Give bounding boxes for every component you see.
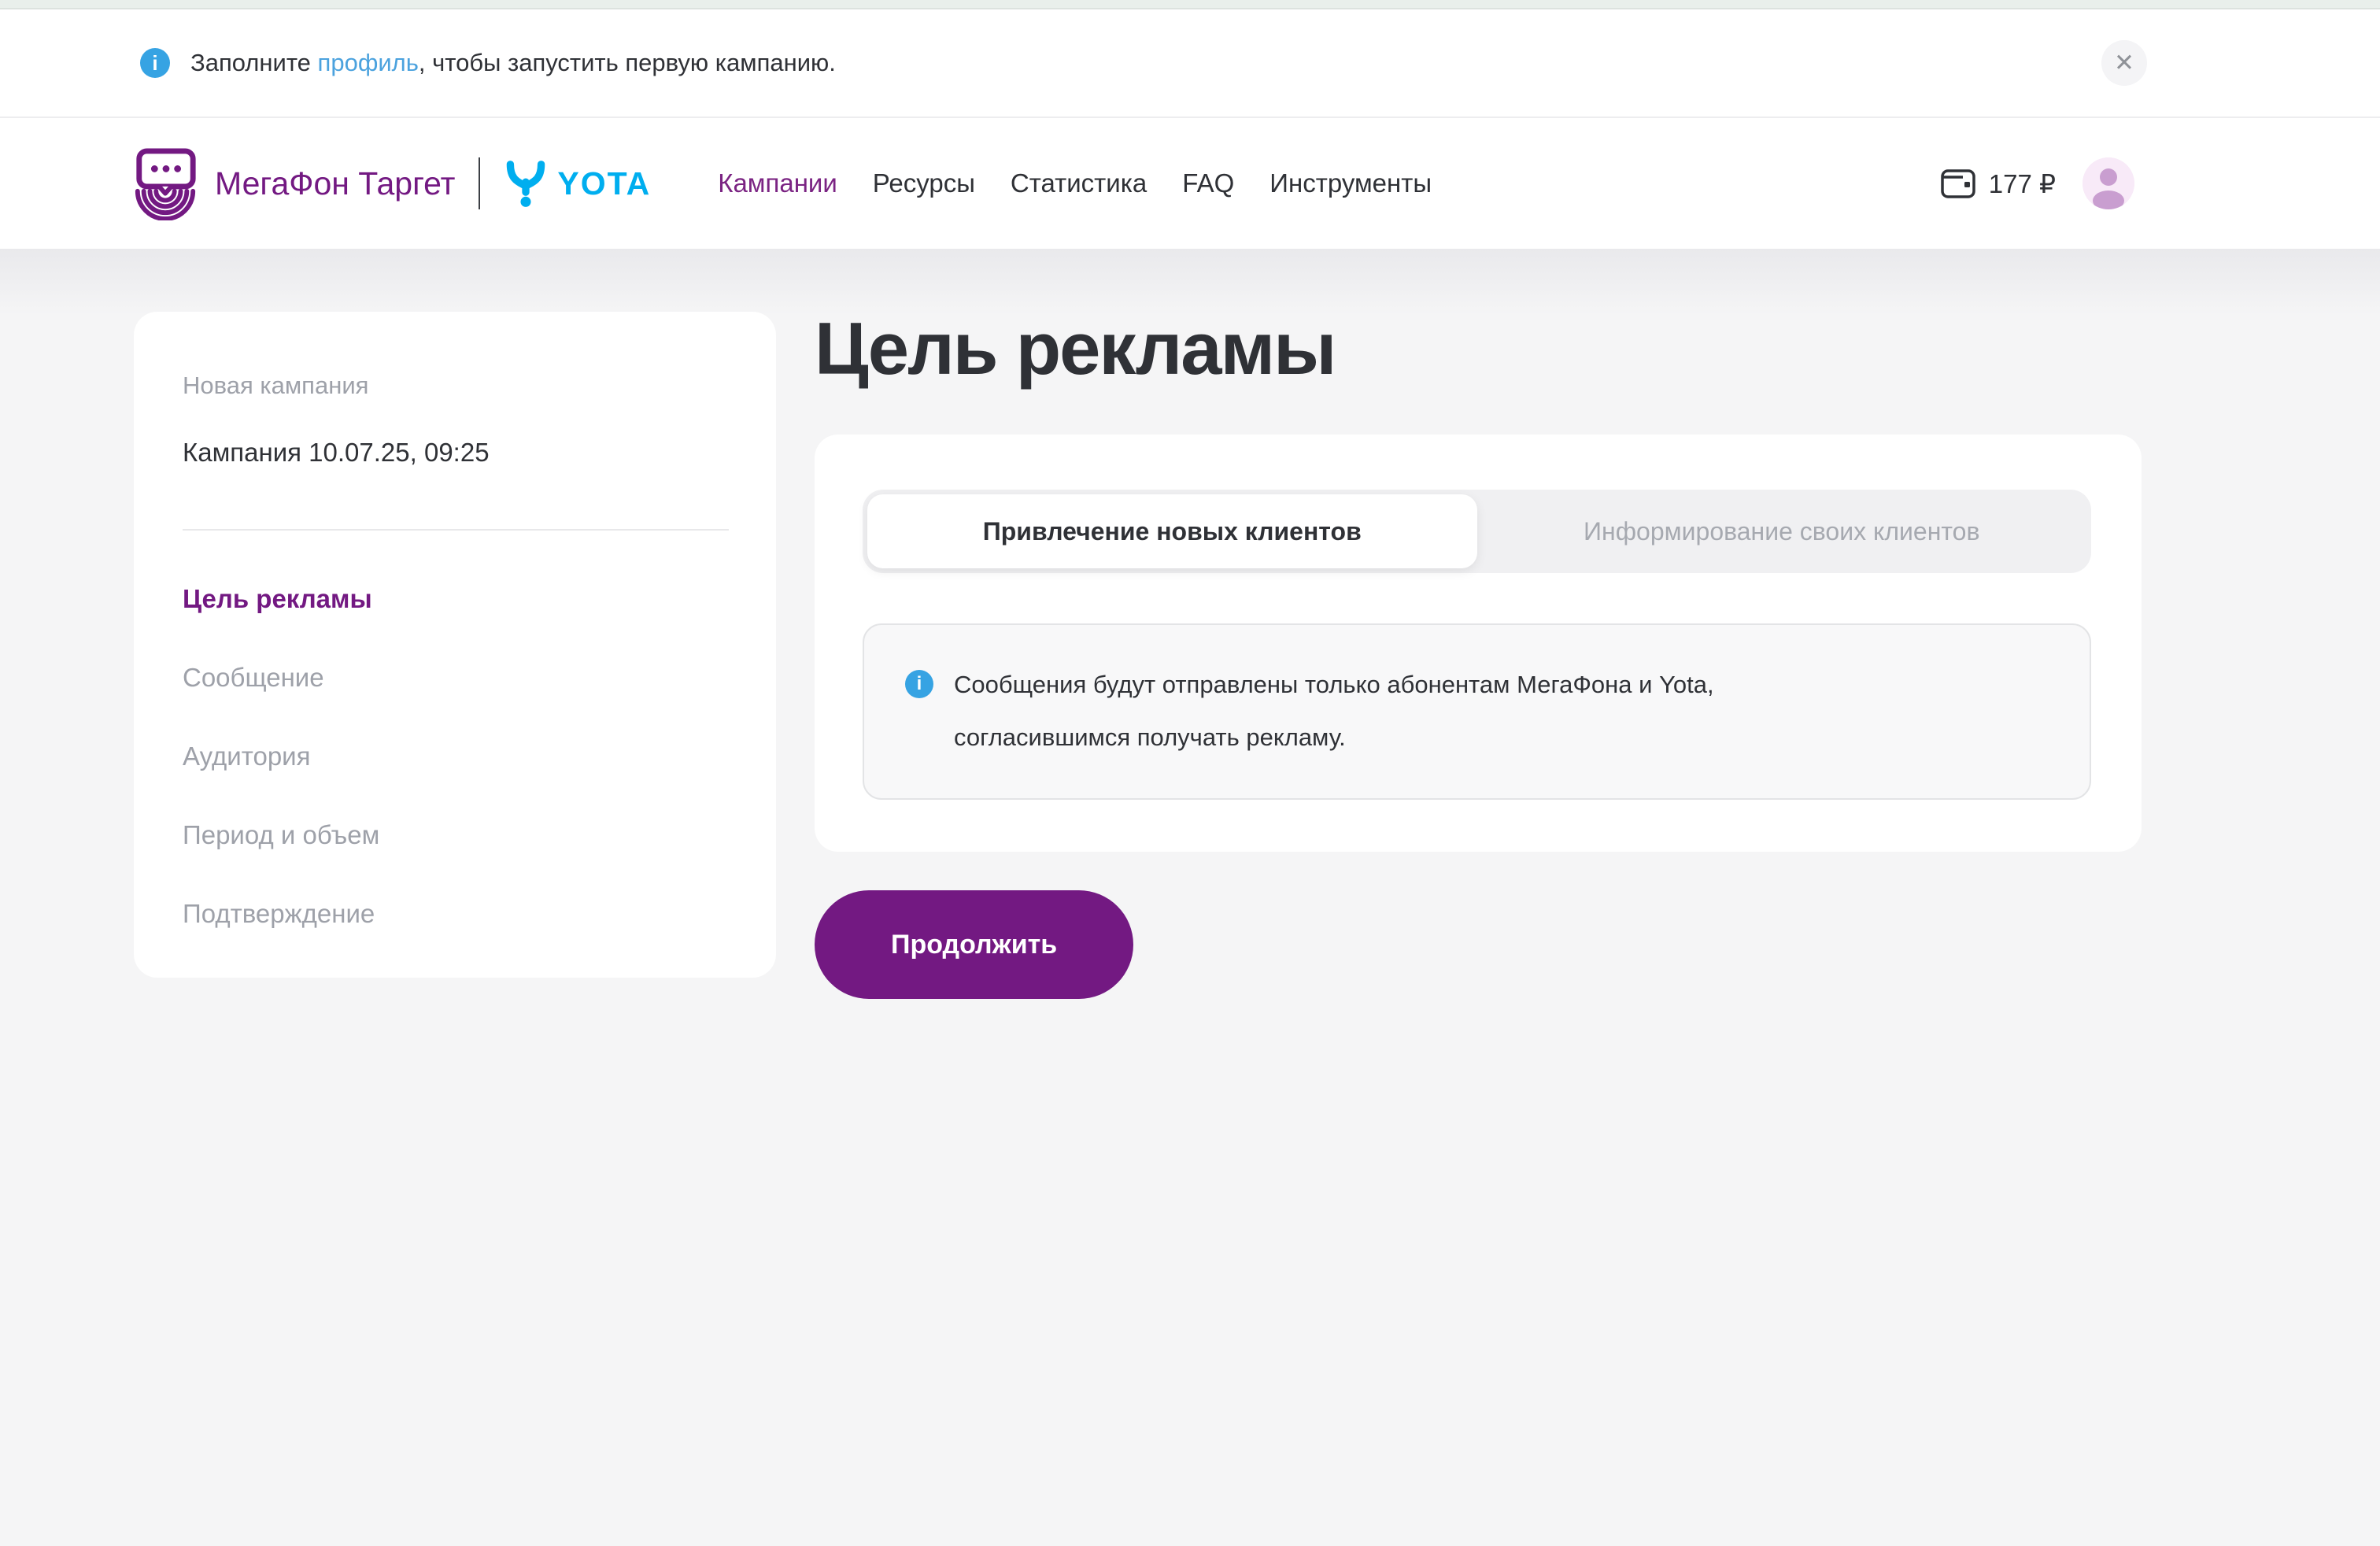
info-icon-glyph: i	[152, 53, 157, 73]
goal-card: Привлечение новых клиентов Информировани…	[815, 435, 2142, 852]
nav-item-resources[interactable]: Ресурсы	[873, 168, 975, 198]
campaign-steps-sidebar: Новая кампания Кампания 10.07.25, 09:25 …	[134, 312, 776, 978]
main-panel: Цель рекламы Привлечение новых клиентов …	[815, 312, 2142, 999]
app-header: МегаФон Таргет YOTA Кампании Ресурсы Ста…	[0, 118, 2380, 249]
sidebar-divider	[183, 529, 729, 531]
megafon-target-logo-icon	[131, 146, 199, 220]
step-audience[interactable]: Аудитория	[183, 742, 729, 771]
brand-logo[interactable]: МегаФон Таргет YOTA	[131, 146, 651, 220]
user-avatar[interactable]	[2082, 157, 2134, 209]
balance-amount: 177 ₽	[1989, 168, 2056, 199]
step-confirmation[interactable]: Подтверждение	[183, 899, 729, 929]
sidebar-section-label: Новая кампания	[183, 372, 729, 400]
step-period-volume[interactable]: Период и объем	[183, 820, 729, 850]
nav-item-campaigns[interactable]: Кампании	[718, 168, 837, 198]
info-note-line2: согласившимся получать рекламу.	[954, 711, 1714, 764]
banner-close-button[interactable]: ✕	[2101, 40, 2147, 86]
profile-notification-banner: i Заполните профиль, чтобы запустить пер…	[0, 9, 2380, 118]
banner-text-after: , чтобы запустить первую кампанию.	[419, 49, 836, 76]
campaign-name: Кампания 10.07.25, 09:25	[183, 438, 729, 468]
page-content: Новая кампания Кампания 10.07.25, 09:25 …	[0, 249, 2380, 1543]
profile-link[interactable]: профиль	[318, 49, 419, 76]
brand-name: МегаФон Таргет	[215, 165, 455, 202]
close-icon: ✕	[2114, 49, 2134, 77]
page-title: Цель рекламы	[815, 312, 2142, 386]
wallet-icon	[1940, 167, 1976, 200]
info-icon: i	[905, 670, 933, 698]
avatar-icon	[2082, 157, 2134, 209]
header-right: 177 ₽	[1940, 157, 2134, 209]
goal-type-tabs: Привлечение новых клиентов Информировани…	[863, 490, 2091, 573]
window-top-strip	[0, 0, 2380, 9]
info-note-line1: Сообщения будут отправлены только абонен…	[954, 658, 1714, 711]
info-note: i Сообщения будут отправлены только абон…	[863, 623, 2091, 800]
yota-wordmark: YOTA	[557, 165, 651, 202]
main-nav: Кампании Ресурсы Статистика FAQ Инструме…	[718, 168, 1432, 198]
nav-item-faq[interactable]: FAQ	[1182, 168, 1234, 198]
step-message[interactable]: Сообщение	[183, 663, 729, 693]
balance-button[interactable]: 177 ₽	[1940, 167, 2056, 200]
info-note-text: Сообщения будут отправлены только абонен…	[954, 658, 1714, 764]
continue-button[interactable]: Продолжить	[815, 890, 1133, 999]
brand-divider	[479, 157, 480, 209]
tab-inform-own-clients[interactable]: Информирование своих клиентов	[1477, 494, 2087, 568]
banner-text-before: Заполните	[190, 49, 318, 76]
info-icon-glyph: i	[917, 675, 922, 693]
info-icon: i	[140, 48, 170, 78]
tab-attract-new-clients[interactable]: Привлечение новых клиентов	[867, 494, 1477, 568]
nav-item-tools[interactable]: Инструменты	[1269, 168, 1432, 198]
banner-message: Заполните профиль, чтобы запустить перву…	[190, 49, 836, 77]
steps-list: Цель рекламы Сообщение Аудитория Период …	[183, 584, 729, 929]
step-goal[interactable]: Цель рекламы	[183, 584, 729, 614]
yota-logo-icon	[504, 158, 548, 209]
nav-item-statistics[interactable]: Статистика	[1011, 168, 1147, 198]
